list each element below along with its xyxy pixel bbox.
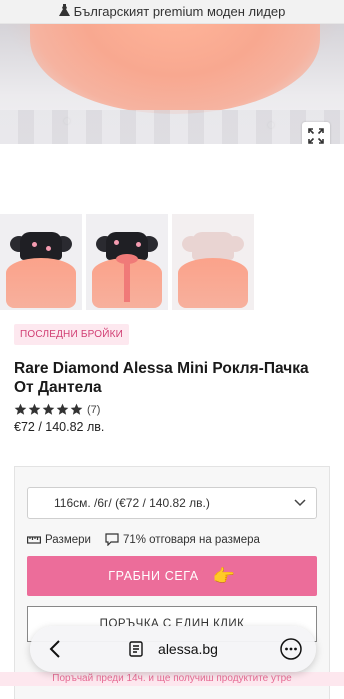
thumbnail-2[interactable] xyxy=(86,214,168,310)
thumb-flower xyxy=(32,242,37,247)
size-links: Размери 71% отговаря на размера xyxy=(27,533,317,546)
status-badge: ПОСЛЕДНИ БРОЙКИ xyxy=(14,324,130,345)
chat-bubble-icon xyxy=(105,533,119,546)
pointing-hand-icon: 👉 xyxy=(212,565,236,586)
fit-info-label: 71% отговаря на размера xyxy=(122,533,260,546)
thumb-ribbon xyxy=(124,258,130,302)
more-icon[interactable] xyxy=(280,638,302,660)
star-icon xyxy=(56,403,69,415)
product-main-image[interactable] xyxy=(0,24,344,144)
product-price: €72 / 140.82 лв. xyxy=(14,420,105,434)
shipping-note: Поръчай преди 14ч. и ще получиш продукти… xyxy=(0,672,344,686)
thumb-flower xyxy=(46,246,51,251)
thumb-skirt xyxy=(6,258,76,308)
add-to-cart-label: ГРАБНИ СЕГА xyxy=(108,569,199,583)
size-select[interactable]: 116см. /6г/ (€72 / 140.82 лв.) xyxy=(27,487,317,519)
hero-tulle xyxy=(30,24,320,114)
rating[interactable]: (7) xyxy=(14,403,330,416)
size-chart-link[interactable]: Размери xyxy=(27,534,91,546)
thumbnail-3[interactable] xyxy=(172,214,254,310)
chevron-down-icon xyxy=(294,496,306,510)
product-info: ПОСЛЕДНИ БРОЙКИ Rare Diamond Alessa Mini… xyxy=(0,310,344,434)
thumb-bow xyxy=(116,254,138,264)
expand-icon[interactable] xyxy=(302,122,330,144)
fit-info-link[interactable]: 71% отговаря на размера xyxy=(105,533,260,546)
image-spacer xyxy=(0,144,344,214)
hero-ruffle xyxy=(0,110,344,144)
browser-toolbar: alessa.bg xyxy=(30,626,316,672)
promo-bar: Българският premium моден лидер xyxy=(0,0,344,24)
review-count: (7) xyxy=(87,403,101,416)
star-icon xyxy=(28,403,41,415)
thumbnail-strip xyxy=(0,214,344,310)
product-title: Rare Diamond Alessa Mini Рокля-Пачка От … xyxy=(14,360,309,396)
url-text: alessa.bg xyxy=(158,641,218,657)
back-icon[interactable] xyxy=(44,638,66,660)
size-select-value: 116см. /6г/ (€72 / 140.82 лв.) xyxy=(54,496,210,510)
ruler-icon xyxy=(27,535,41,544)
thumb-bodice xyxy=(192,232,234,260)
promo-text: Българският premium моден лидер xyxy=(73,4,286,19)
star-rating xyxy=(14,403,83,416)
dress-icon xyxy=(58,4,70,19)
star-icon xyxy=(70,403,83,415)
star-icon xyxy=(14,403,27,415)
thumbnail-1[interactable] xyxy=(0,214,82,310)
thumb-flower xyxy=(114,240,119,245)
thumb-bodice xyxy=(20,232,62,260)
product-page: Българският premium моден лидер ПОСЛЕДНИ… xyxy=(0,0,344,699)
reader-icon xyxy=(129,641,143,657)
address-bar[interactable]: alessa.bg xyxy=(128,641,218,657)
thumb-flower xyxy=(136,242,141,247)
add-to-cart-button[interactable]: ГРАБНИ СЕГА 👉 xyxy=(27,556,317,596)
thumb-skirt xyxy=(178,258,248,308)
size-chart-label: Размери xyxy=(45,533,91,546)
star-icon xyxy=(42,403,55,415)
